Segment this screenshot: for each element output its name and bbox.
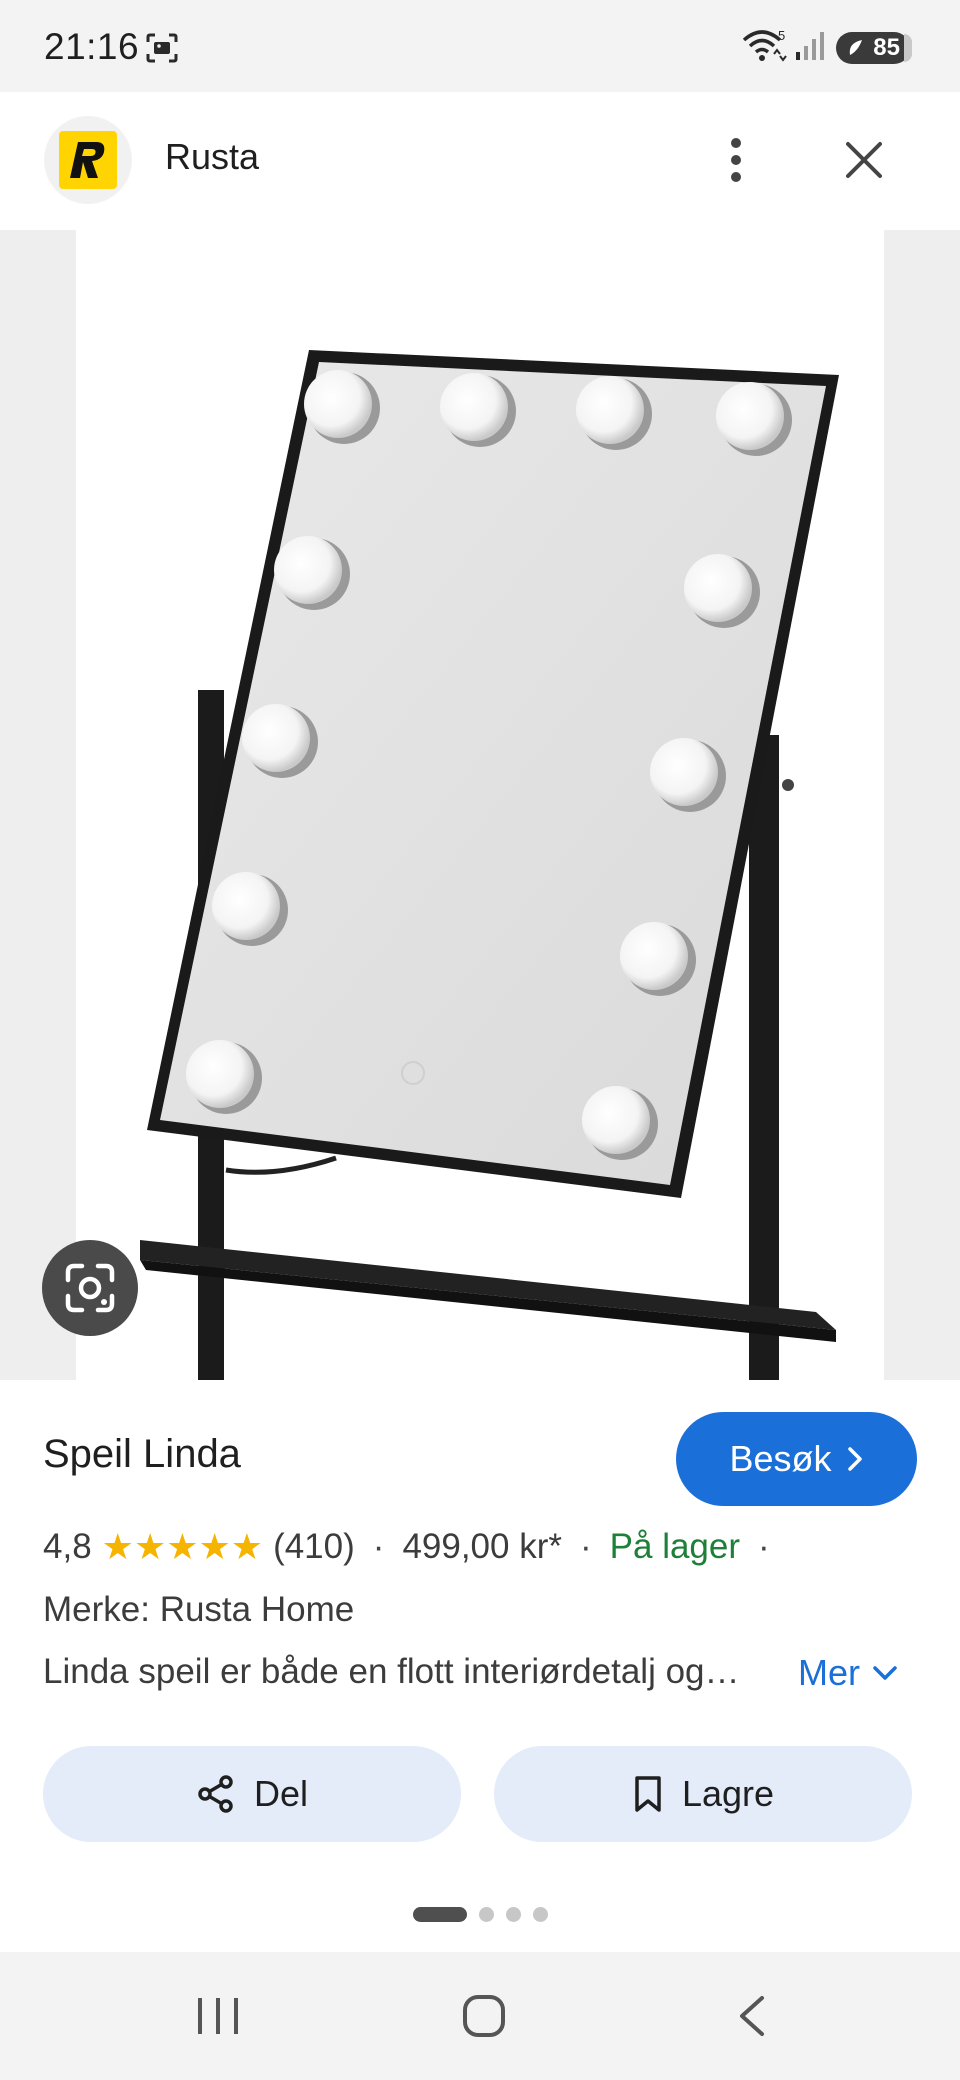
share-button[interactable]: Del <box>43 1746 461 1842</box>
star-icon: ★ <box>198 1526 231 1567</box>
status-time: 21:16 <box>44 26 140 67</box>
signal-icon <box>794 30 826 67</box>
status-bar: 21:16 5 85 <box>0 0 960 92</box>
product-meta: 4,8 ★ ★ ★ ★ ★ (410) · 499,00 kr* · På la… <box>43 1522 788 1572</box>
battery-saver-icon <box>846 37 864 66</box>
wifi-badge: 5 <box>778 28 785 43</box>
star-icon: ★ <box>230 1526 264 1567</box>
close-icon[interactable] <box>836 130 892 190</box>
rating-value: 4,8 <box>43 1527 92 1566</box>
system-nav-bar <box>0 1952 960 2080</box>
stock-status: På lager <box>609 1527 741 1566</box>
screenshot-icon <box>144 32 180 69</box>
separator: · <box>372 1527 385 1566</box>
save-button[interactable]: Lagre <box>494 1746 912 1842</box>
rusta-logo-mark <box>70 142 105 178</box>
page-dot <box>479 1907 494 1922</box>
bookmark-icon <box>635 1776 661 1812</box>
star-icon: ★ <box>101 1526 134 1567</box>
page-indicator <box>413 1907 548 1922</box>
separator: · <box>758 1527 770 1566</box>
product-description: Linda speil er både en flott interiørdet… <box>43 1652 740 1691</box>
brand: Merke: Rusta Home <box>43 1590 355 1629</box>
visit-button[interactable]: Besøk <box>676 1412 917 1506</box>
recent-apps-icon[interactable] <box>196 1996 240 2041</box>
site-logo[interactable] <box>44 116 132 204</box>
site-name[interactable]: Rusta <box>165 136 259 178</box>
source-header: Rusta <box>0 92 960 230</box>
visit-label: Besøk <box>729 1438 832 1479</box>
product-image-area[interactable] <box>0 230 960 1380</box>
chevron-right-icon <box>847 1447 862 1471</box>
google-lens-button[interactable] <box>42 1240 138 1336</box>
more-button[interactable]: Mer <box>798 1652 898 1694</box>
battery-empty-segment <box>904 34 912 62</box>
separator: · <box>580 1527 592 1566</box>
rusta-logo <box>59 131 117 189</box>
review-count[interactable]: (410) <box>273 1527 355 1567</box>
share-label: Del <box>253 1773 309 1814</box>
product-title: Speil Linda <box>43 1432 241 1476</box>
product-image <box>76 230 884 1380</box>
share-icon <box>198 1775 233 1813</box>
home-icon[interactable] <box>462 1994 506 2043</box>
chevron-down-icon <box>873 1666 897 1680</box>
back-icon[interactable] <box>736 1994 768 2043</box>
battery-indicator: 85 <box>836 32 910 64</box>
google-lens-icon <box>65 1263 115 1313</box>
star-icon: ★ <box>166 1526 199 1567</box>
price: 499,00 kr* <box>402 1527 562 1566</box>
page-dot <box>533 1907 548 1922</box>
battery-level: 85 <box>873 34 900 61</box>
more-vert-icon[interactable] <box>712 130 760 190</box>
wifi-icon: 5 <box>742 28 790 69</box>
more-label: Mer <box>798 1652 860 1693</box>
page-dot <box>506 1907 521 1922</box>
star-icon: ★ <box>133 1526 167 1567</box>
rating-stars: ★ ★ ★ ★ ★ <box>102 1529 263 1565</box>
page-dot-active <box>413 1907 467 1922</box>
save-label: Lagre <box>681 1773 775 1814</box>
